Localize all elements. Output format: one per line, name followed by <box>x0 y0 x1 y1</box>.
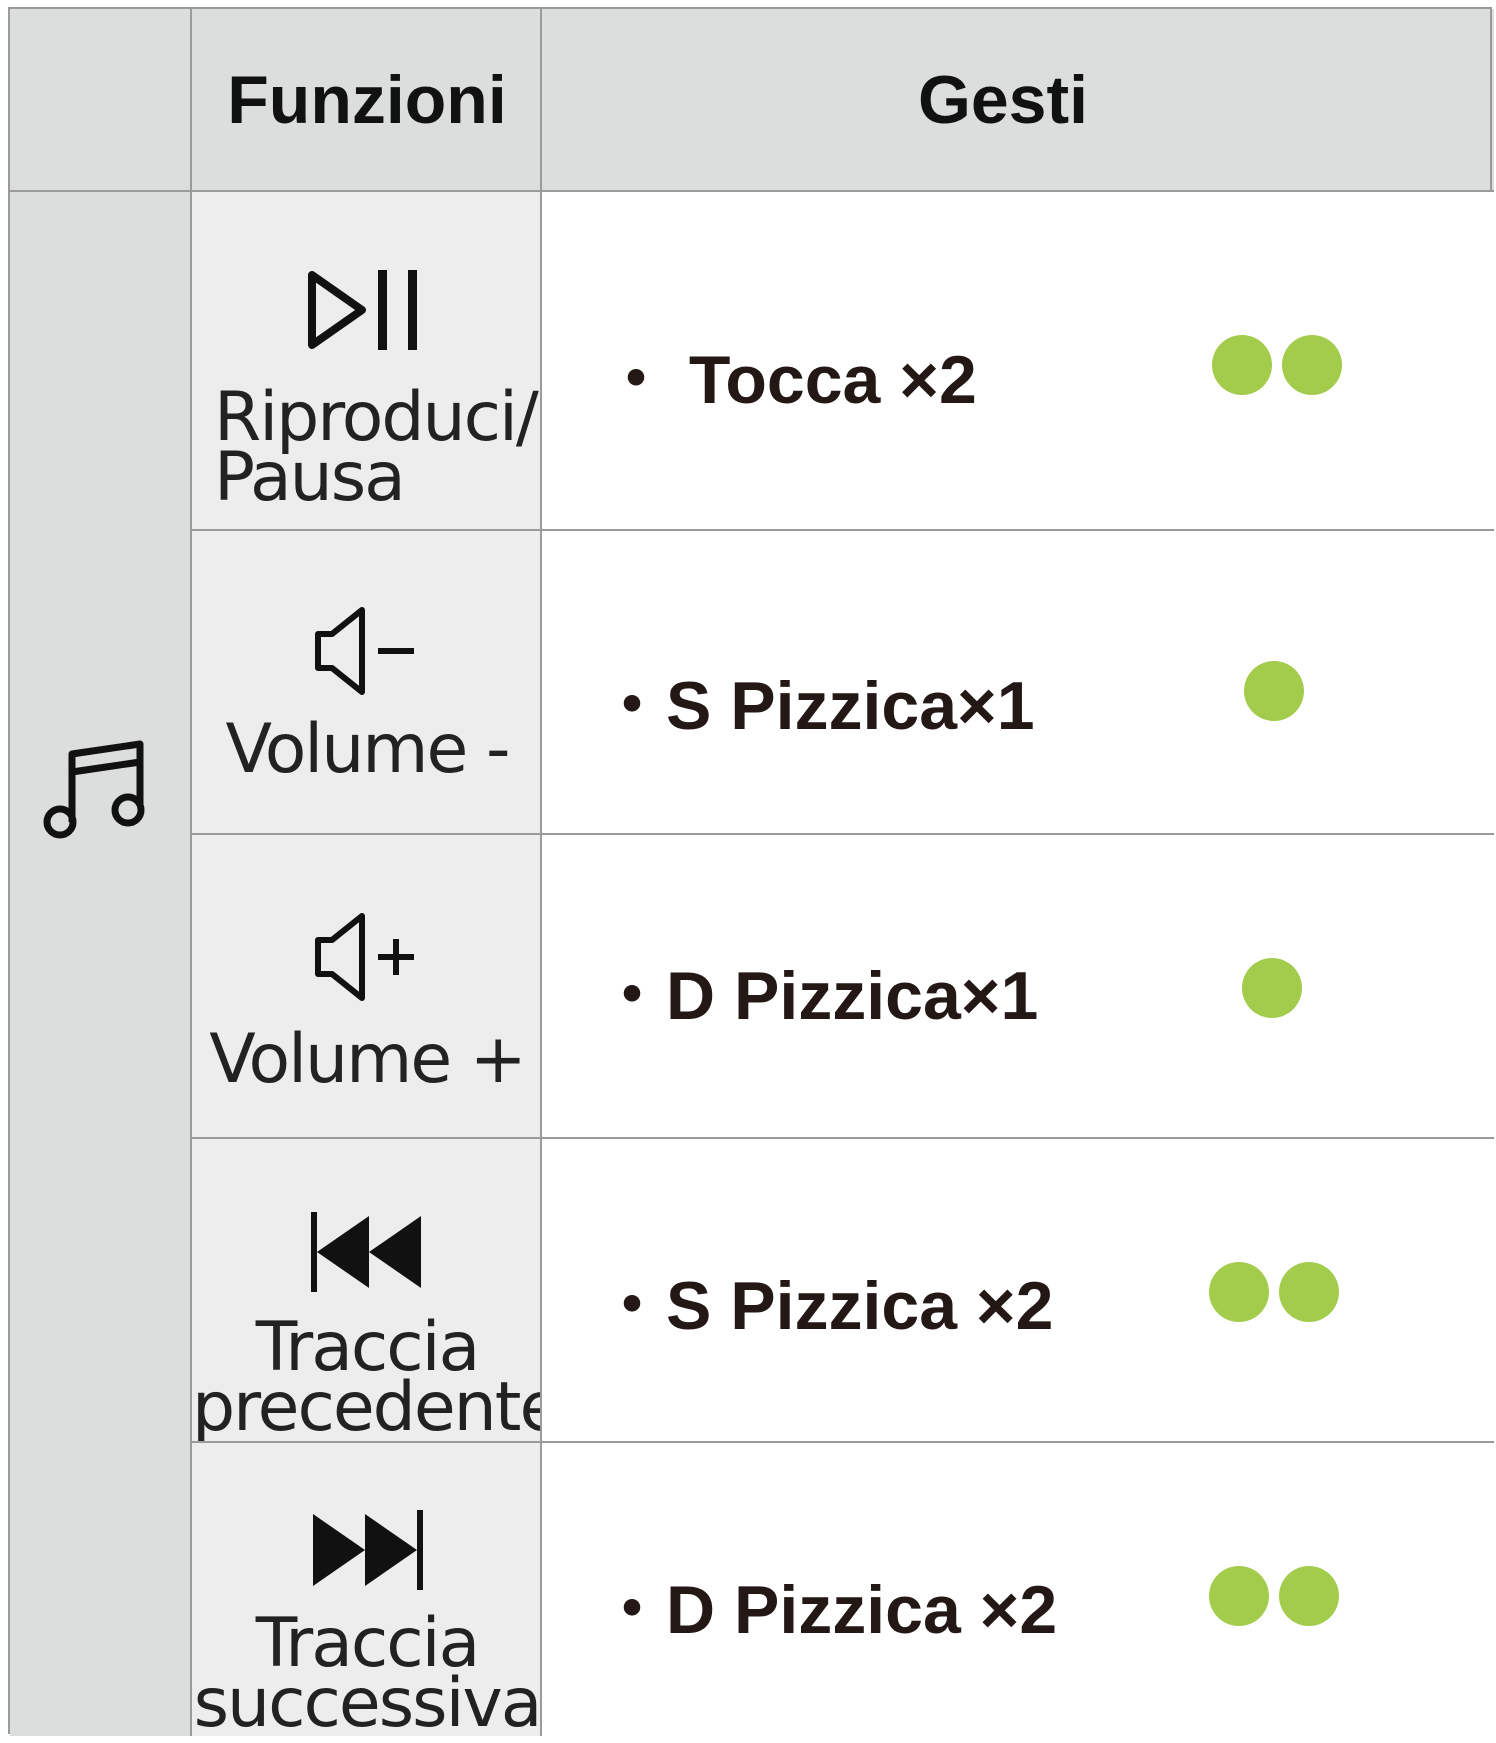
grid-line <box>540 9 542 1736</box>
function-label-next-track: Traccia successiva <box>193 1604 543 1743</box>
function-cell-next-track: Traccia successiva <box>192 1442 543 1743</box>
function-cell-previous-track: Traccia precedente <box>192 1138 561 1447</box>
header-gestures-label: Gesti <box>917 62 1089 138</box>
header-empty-cell <box>10 9 192 192</box>
gesture-text-play-pause: ・ Tocca ×2 <box>602 342 977 418</box>
gesture-dot <box>1242 958 1302 1018</box>
next-track-icon <box>313 1510 423 1590</box>
music-note-icon <box>43 740 145 839</box>
gesture-dot <box>1279 1262 1339 1322</box>
gesture-cell-volume-down: ・S Pizzica×1 <box>542 530 1494 834</box>
function-label-volume-down: Volume - <box>225 710 510 789</box>
gesture-cell-next-track: ・D Pizzica ×2 <box>542 1442 1494 1736</box>
gesture-cell-play-pause: ・ Tocca ×2 <box>542 192 1494 530</box>
volume-up-icon <box>315 913 414 1001</box>
gesture-text-volume-up: ・D Pizzica×1 <box>598 958 1039 1034</box>
function-cell-volume-up: Volume + <box>192 834 542 1138</box>
gesture-dot <box>1209 1262 1269 1322</box>
function-label-volume-up: Volume + <box>209 1020 527 1099</box>
play-pause-icon <box>308 270 417 350</box>
gesture-cell-volume-up: ・D Pizzica×1 <box>542 834 1494 1138</box>
category-cell-music <box>10 192 192 1736</box>
gesture-text-previous-track: ・S Pizzica ×2 <box>598 1268 1054 1344</box>
gesture-dot <box>1279 1566 1339 1626</box>
gesture-dot <box>1282 335 1342 395</box>
volume-down-icon <box>315 607 414 695</box>
header-functions-cell: Funzioni <box>192 9 542 192</box>
gesture-text-volume-down: ・S Pizzica×1 <box>598 668 1035 744</box>
gesture-dot <box>1212 335 1272 395</box>
grid-line <box>192 529 1494 531</box>
grid-line <box>192 1137 1494 1139</box>
gesture-cell-previous-track: ・S Pizzica ×2 <box>542 1138 1494 1442</box>
grid-line <box>10 190 1494 192</box>
header-gestures-cell: Gesti <box>542 9 1494 192</box>
function-label-play-pause: Riproduci/ Pausa <box>214 378 539 517</box>
gesture-dot <box>1244 661 1304 721</box>
function-cell-play-pause: Riproduci/ Pausa <box>192 192 542 530</box>
header-functions-label: Funzioni <box>227 62 507 138</box>
previous-track-icon <box>311 1212 421 1292</box>
grid-line <box>1490 9 1492 192</box>
grid-line <box>192 833 1494 835</box>
function-cell-volume-down: Volume - <box>192 530 542 834</box>
grid-line <box>190 9 192 1736</box>
function-label-previous-track: Traccia precedente <box>192 1308 561 1447</box>
grid-line <box>192 1441 1494 1443</box>
gesture-dot <box>1209 1566 1269 1626</box>
gesture-text-next-track: ・D Pizzica ×2 <box>598 1572 1058 1648</box>
gesture-table: Funzioni Gesti Riproduci/ Pausa Volume -… <box>8 7 1494 1743</box>
